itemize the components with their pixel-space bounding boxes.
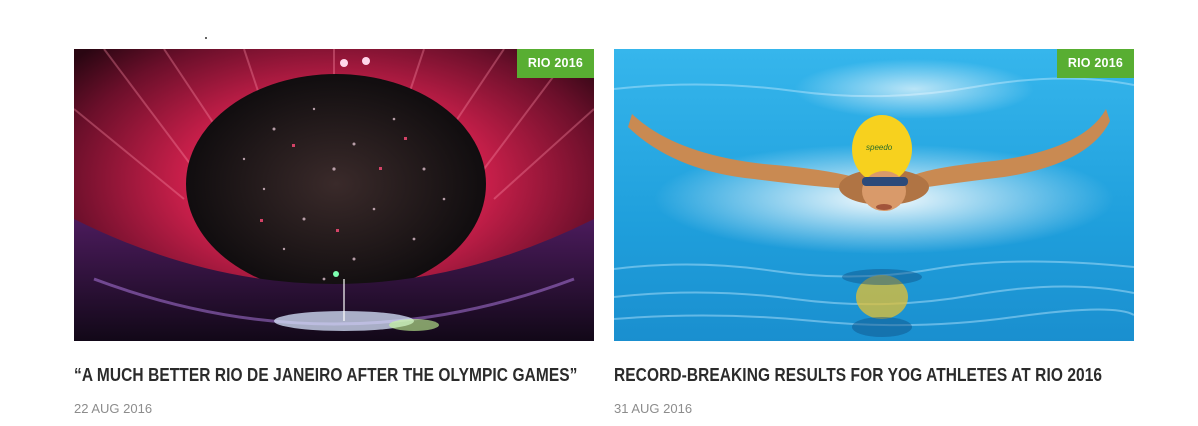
stadium-confetti-image: [74, 49, 594, 341]
category-badge[interactable]: RIO 2016: [1056, 49, 1134, 78]
article-title[interactable]: RECORD-BREAKING RESULTS FOR YOG ATHLETES…: [614, 365, 1102, 386]
article-title[interactable]: “A MUCH BETTER RIO DE JANEIRO AFTER THE …: [74, 365, 577, 386]
article-date: 31 AUG 2016: [614, 401, 693, 416]
article-thumbnail-swimmer[interactable]: speedo RIO 2016: [614, 49, 1134, 341]
decorative-dot: [205, 37, 207, 39]
article-date: 22 AUG 2016: [74, 401, 153, 416]
news-grid: RIO 2016 “A MUCH BETTER RIO DE JANEIRO A…: [0, 0, 1198, 426]
butterfly-swimmer-image: speedo: [614, 49, 1134, 341]
article-card: speedo RIO 2016 RECORD-BREAKING RESULTS …: [614, 49, 1134, 416]
article-card: RIO 2016 “A MUCH BETTER RIO DE JANEIRO A…: [74, 49, 594, 416]
article-thumbnail-stadium[interactable]: RIO 2016: [74, 49, 594, 341]
svg-text:speedo: speedo: [866, 143, 893, 152]
category-badge[interactable]: RIO 2016: [516, 49, 594, 78]
